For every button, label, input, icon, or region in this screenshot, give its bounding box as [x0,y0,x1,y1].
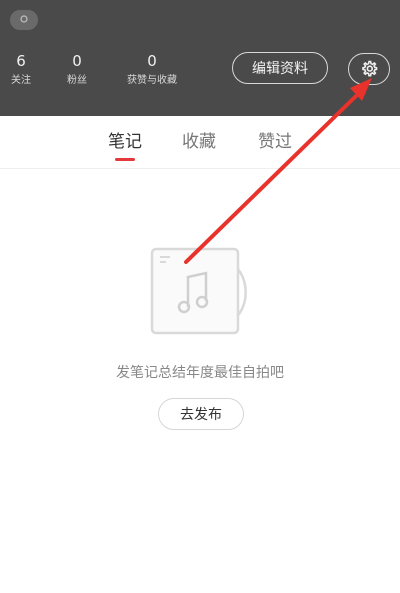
edit-profile-button[interactable]: 编辑资料 [232,52,328,84]
stat-following-label: 关注 [11,75,31,86]
tab-liked[interactable]: 赞过 [258,130,292,154]
location-pin-icon [20,15,28,23]
music-note-icon [150,247,247,335]
stat-fans-count: 0 [72,52,82,70]
stat-likes[interactable]: 0 获赞与收藏 [118,52,186,88]
empty-notes-illustration [148,245,260,337]
publish-button[interactable]: 去发布 [158,398,244,430]
stat-fans[interactable]: 0 粉丝 [62,52,92,88]
stat-likes-label: 获赞与收藏 [127,75,177,86]
tab-collections[interactable]: 收藏 [182,130,216,154]
stat-following-count: 6 [16,52,26,70]
stat-likes-count: 0 [147,52,157,70]
profile-stats: 6 关注 0 粉丝 0 获赞与收藏 [0,52,220,96]
gear-icon [362,60,378,77]
profile-header: 6 关注 0 粉丝 0 获赞与收藏 编辑资料 [0,0,400,116]
tabs-divider [0,168,400,169]
tab-notes[interactable]: 笔记 [108,130,142,154]
avatar[interactable] [10,10,38,30]
active-tab-indicator [115,158,135,161]
stat-fans-label: 粉丝 [67,75,87,86]
empty-state-message: 发笔记总结年度最佳自拍吧 [116,365,284,381]
profile-tabs: 笔记 收藏 赞过 [0,130,400,166]
settings-button[interactable] [348,53,390,85]
stat-following[interactable]: 6 关注 [8,52,34,88]
